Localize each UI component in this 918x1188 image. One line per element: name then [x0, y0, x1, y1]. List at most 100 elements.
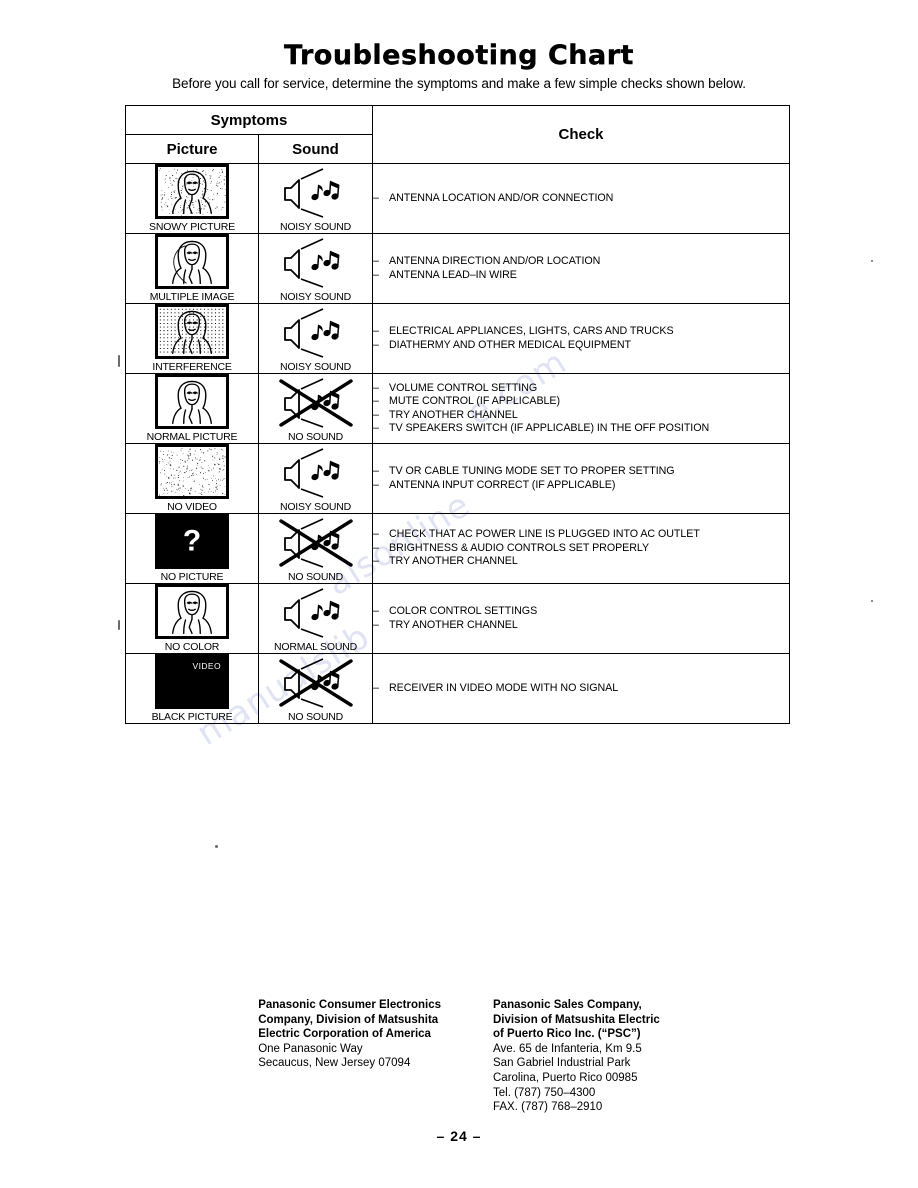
- address-line-bold: Panasonic Sales Company,: [493, 999, 642, 1011]
- table-row: SNOWY PICTURE NOISY SOUND ANTENNA LOCATION…: [125, 163, 790, 234]
- speaker-muted-icon: [277, 657, 355, 709]
- check-cell: RECEIVER IN VIDEO MODE WITH NO SIGNAL: [372, 653, 790, 724]
- scan-artifact: [215, 845, 218, 848]
- address-line: One Panasonic Way: [258, 1042, 363, 1055]
- table-row: VIDEO BLACK PICTURE NO SOUND RECEIVER IN VI…: [125, 653, 790, 724]
- speaker-noisy-icon: [277, 167, 355, 219]
- check-item: VOLUME CONTROL SETTING: [373, 382, 789, 396]
- picture-symptom-label: NORMAL PICTURE: [146, 431, 238, 443]
- address-line: Carolina, Puerto Rico 00985: [493, 1071, 638, 1084]
- sound-cell: NO SOUND: [258, 653, 373, 724]
- address-block-puerto-rico: Panasonic Sales Company, Division of Mats…: [493, 998, 660, 1115]
- address-line: Tel. (787) 750–4300: [493, 1086, 596, 1099]
- page-subtitle: Before you call for service, determine t…: [172, 76, 746, 91]
- screen-video-label: VIDEO: [192, 661, 221, 671]
- table-row: MULTIPLE IMAGE NOISY SOUND ANTENNA DIRECTI…: [125, 233, 790, 304]
- speaker-noisy-icon: [277, 237, 355, 289]
- picture-symptom-label: MULTIPLE IMAGE: [149, 291, 235, 303]
- question-mark-glyph: ?: [182, 523, 202, 557]
- scan-artifact: [118, 355, 120, 367]
- check-item: MUTE CONTROL (IF APPLICABLE): [373, 395, 789, 409]
- check-item: TV SPEAKERS SWITCH (IF APPLICABLE) IN TH…: [373, 422, 789, 436]
- tv-snowy-face-icon: [155, 164, 229, 219]
- table-row: NO COLOR NORMAL SOUND COLOR CONTROL SETTIN…: [125, 583, 790, 654]
- check-item: CHECK THAT AC POWER LINE IS PLUGGED INTO…: [373, 528, 789, 542]
- picture-cell: NORMAL PICTURE: [125, 373, 259, 444]
- sound-cell: NORMAL SOUND: [258, 583, 373, 654]
- check-item: ANTENNA INPUT CORRECT (IF APPLICABLE): [373, 479, 789, 493]
- check-item: ELECTRICAL APPLIANCES, LIGHTS, CARS AND …: [373, 325, 789, 339]
- scan-artifact: [871, 600, 873, 602]
- address-line-bold: of Puerto Rico Inc. (“PSC”): [493, 1028, 641, 1041]
- sound-symptom-label: NOISY SOUND: [279, 360, 352, 373]
- check-cell: VOLUME CONTROL SETTINGMUTE CONTROL (IF A…: [372, 373, 790, 444]
- tv-interference-face-icon: [155, 304, 229, 359]
- check-list: CHECK THAT AC POWER LINE IS PLUGGED INTO…: [373, 528, 789, 569]
- sound-cell: NOISY SOUND: [258, 163, 373, 234]
- header-symptoms: Symptoms: [125, 105, 373, 135]
- scan-artifact: [871, 260, 873, 262]
- check-item: TV OR CABLE TUNING MODE SET TO PROPER SE…: [373, 465, 789, 479]
- sound-cell: NO SOUND: [258, 373, 373, 444]
- check-cell: COLOR CONTROL SETTINGSTRY ANOTHER CHANNE…: [372, 583, 790, 654]
- troubleshooting-table: Symptoms Check Picture Sound SNOWY PICTU…: [125, 105, 790, 724]
- check-cell: TV OR CABLE TUNING MODE SET TO PROPER SE…: [372, 443, 790, 514]
- check-cell: ANTENNA DIRECTION AND/OR LOCATIONANTENNA…: [372, 233, 790, 304]
- speaker-muted-icon: [277, 377, 355, 429]
- tv-black-question-icon: ?: [155, 514, 229, 569]
- address-line-bold: Division of Matsushita Electric: [493, 1013, 660, 1026]
- check-list: ELECTRICAL APPLIANCES, LIGHTS, CARS AND …: [373, 325, 789, 352]
- sound-symptom-label: NOISY SOUND: [279, 500, 352, 513]
- tv-ghost-face-icon: [155, 234, 229, 289]
- table-row: INTERFERENCE NOISY SOUND ELECTRICAL APPLIA…: [125, 303, 790, 374]
- tv-black-video-icon: VIDEO: [155, 654, 229, 709]
- check-item: RECEIVER IN VIDEO MODE WITH NO SIGNAL: [373, 682, 789, 696]
- check-list: RECEIVER IN VIDEO MODE WITH NO SIGNAL: [373, 682, 789, 696]
- picture-cell: NO VIDEO: [125, 443, 259, 514]
- check-list: TV OR CABLE TUNING MODE SET TO PROPER SE…: [373, 465, 789, 492]
- tv-normal-face-icon: [155, 374, 229, 429]
- picture-symptom-label: BLACK PICTURE: [151, 711, 233, 723]
- address-line: San Gabriel Industrial Park: [493, 1057, 631, 1070]
- address-line-bold: Electric Corporation of America: [258, 1028, 431, 1041]
- sound-symptom-label: NORMAL SOUND: [274, 640, 357, 653]
- speaker-normal-icon: [277, 587, 355, 639]
- scan-artifact: [118, 620, 120, 630]
- picture-cell: INTERFERENCE: [125, 303, 259, 374]
- header-picture: Picture: [125, 134, 259, 164]
- picture-symptom-label: NO VIDEO: [167, 501, 217, 513]
- address-line: Ave. 65 de Infanteria, Km 9.5: [493, 1042, 642, 1055]
- picture-symptom-label: INTERFERENCE: [152, 361, 232, 373]
- address-line-bold: Company, Division of Matsushita: [258, 1013, 439, 1026]
- check-item: BRIGHTNESS & AUDIO CONTROLS SET PROPERLY: [373, 542, 789, 556]
- address-line-bold: Panasonic Consumer Electronics: [258, 999, 441, 1011]
- address-line: FAX. (787) 768–2910: [493, 1101, 603, 1114]
- check-list: ANTENNA DIRECTION AND/OR LOCATIONANTENNA…: [373, 255, 789, 282]
- picture-cell: ? NO PICTURE: [125, 513, 259, 584]
- address-line: Secaucus, New Jersey 07094: [258, 1057, 411, 1070]
- sound-cell: NO SOUND: [258, 513, 373, 584]
- speaker-noisy-icon: [277, 447, 355, 499]
- check-list: VOLUME CONTROL SETTINGMUTE CONTROL (IF A…: [373, 382, 789, 436]
- check-item: TRY ANOTHER CHANNEL: [373, 555, 789, 569]
- picture-symptom-label: NO PICTURE: [160, 571, 224, 583]
- page-title: Troubleshooting Chart: [284, 40, 634, 71]
- header-sound: Sound: [258, 134, 373, 164]
- table-row: ? NO PICTURE NO SOUND CHECK THAT AC POWER L…: [125, 513, 790, 584]
- speaker-noisy-icon: [277, 307, 355, 359]
- header-check: Check: [372, 105, 790, 164]
- picture-cell: VIDEO BLACK PICTURE: [125, 653, 259, 724]
- picture-cell: NO COLOR: [125, 583, 259, 654]
- sound-symptom-label: NOISY SOUND: [279, 290, 352, 303]
- picture-symptom-label: SNOWY PICTURE: [149, 221, 235, 233]
- check-list: ANTENNA LOCATION AND/OR CONNECTION: [373, 192, 789, 206]
- sound-symptom-label: NO SOUND: [288, 430, 343, 443]
- check-item: TRY ANOTHER CHANNEL: [373, 619, 789, 633]
- check-item: ANTENNA LEAD–IN WIRE: [373, 269, 789, 283]
- picture-symptom-label: NO COLOR: [164, 641, 220, 653]
- check-item: TRY ANOTHER CHANNEL: [373, 409, 789, 423]
- picture-cell: SNOWY PICTURE: [125, 163, 259, 234]
- sound-symptom-label: NOISY SOUND: [279, 220, 352, 233]
- tv-outline-face-icon: [155, 584, 229, 639]
- picture-cell: MULTIPLE IMAGE: [125, 233, 259, 304]
